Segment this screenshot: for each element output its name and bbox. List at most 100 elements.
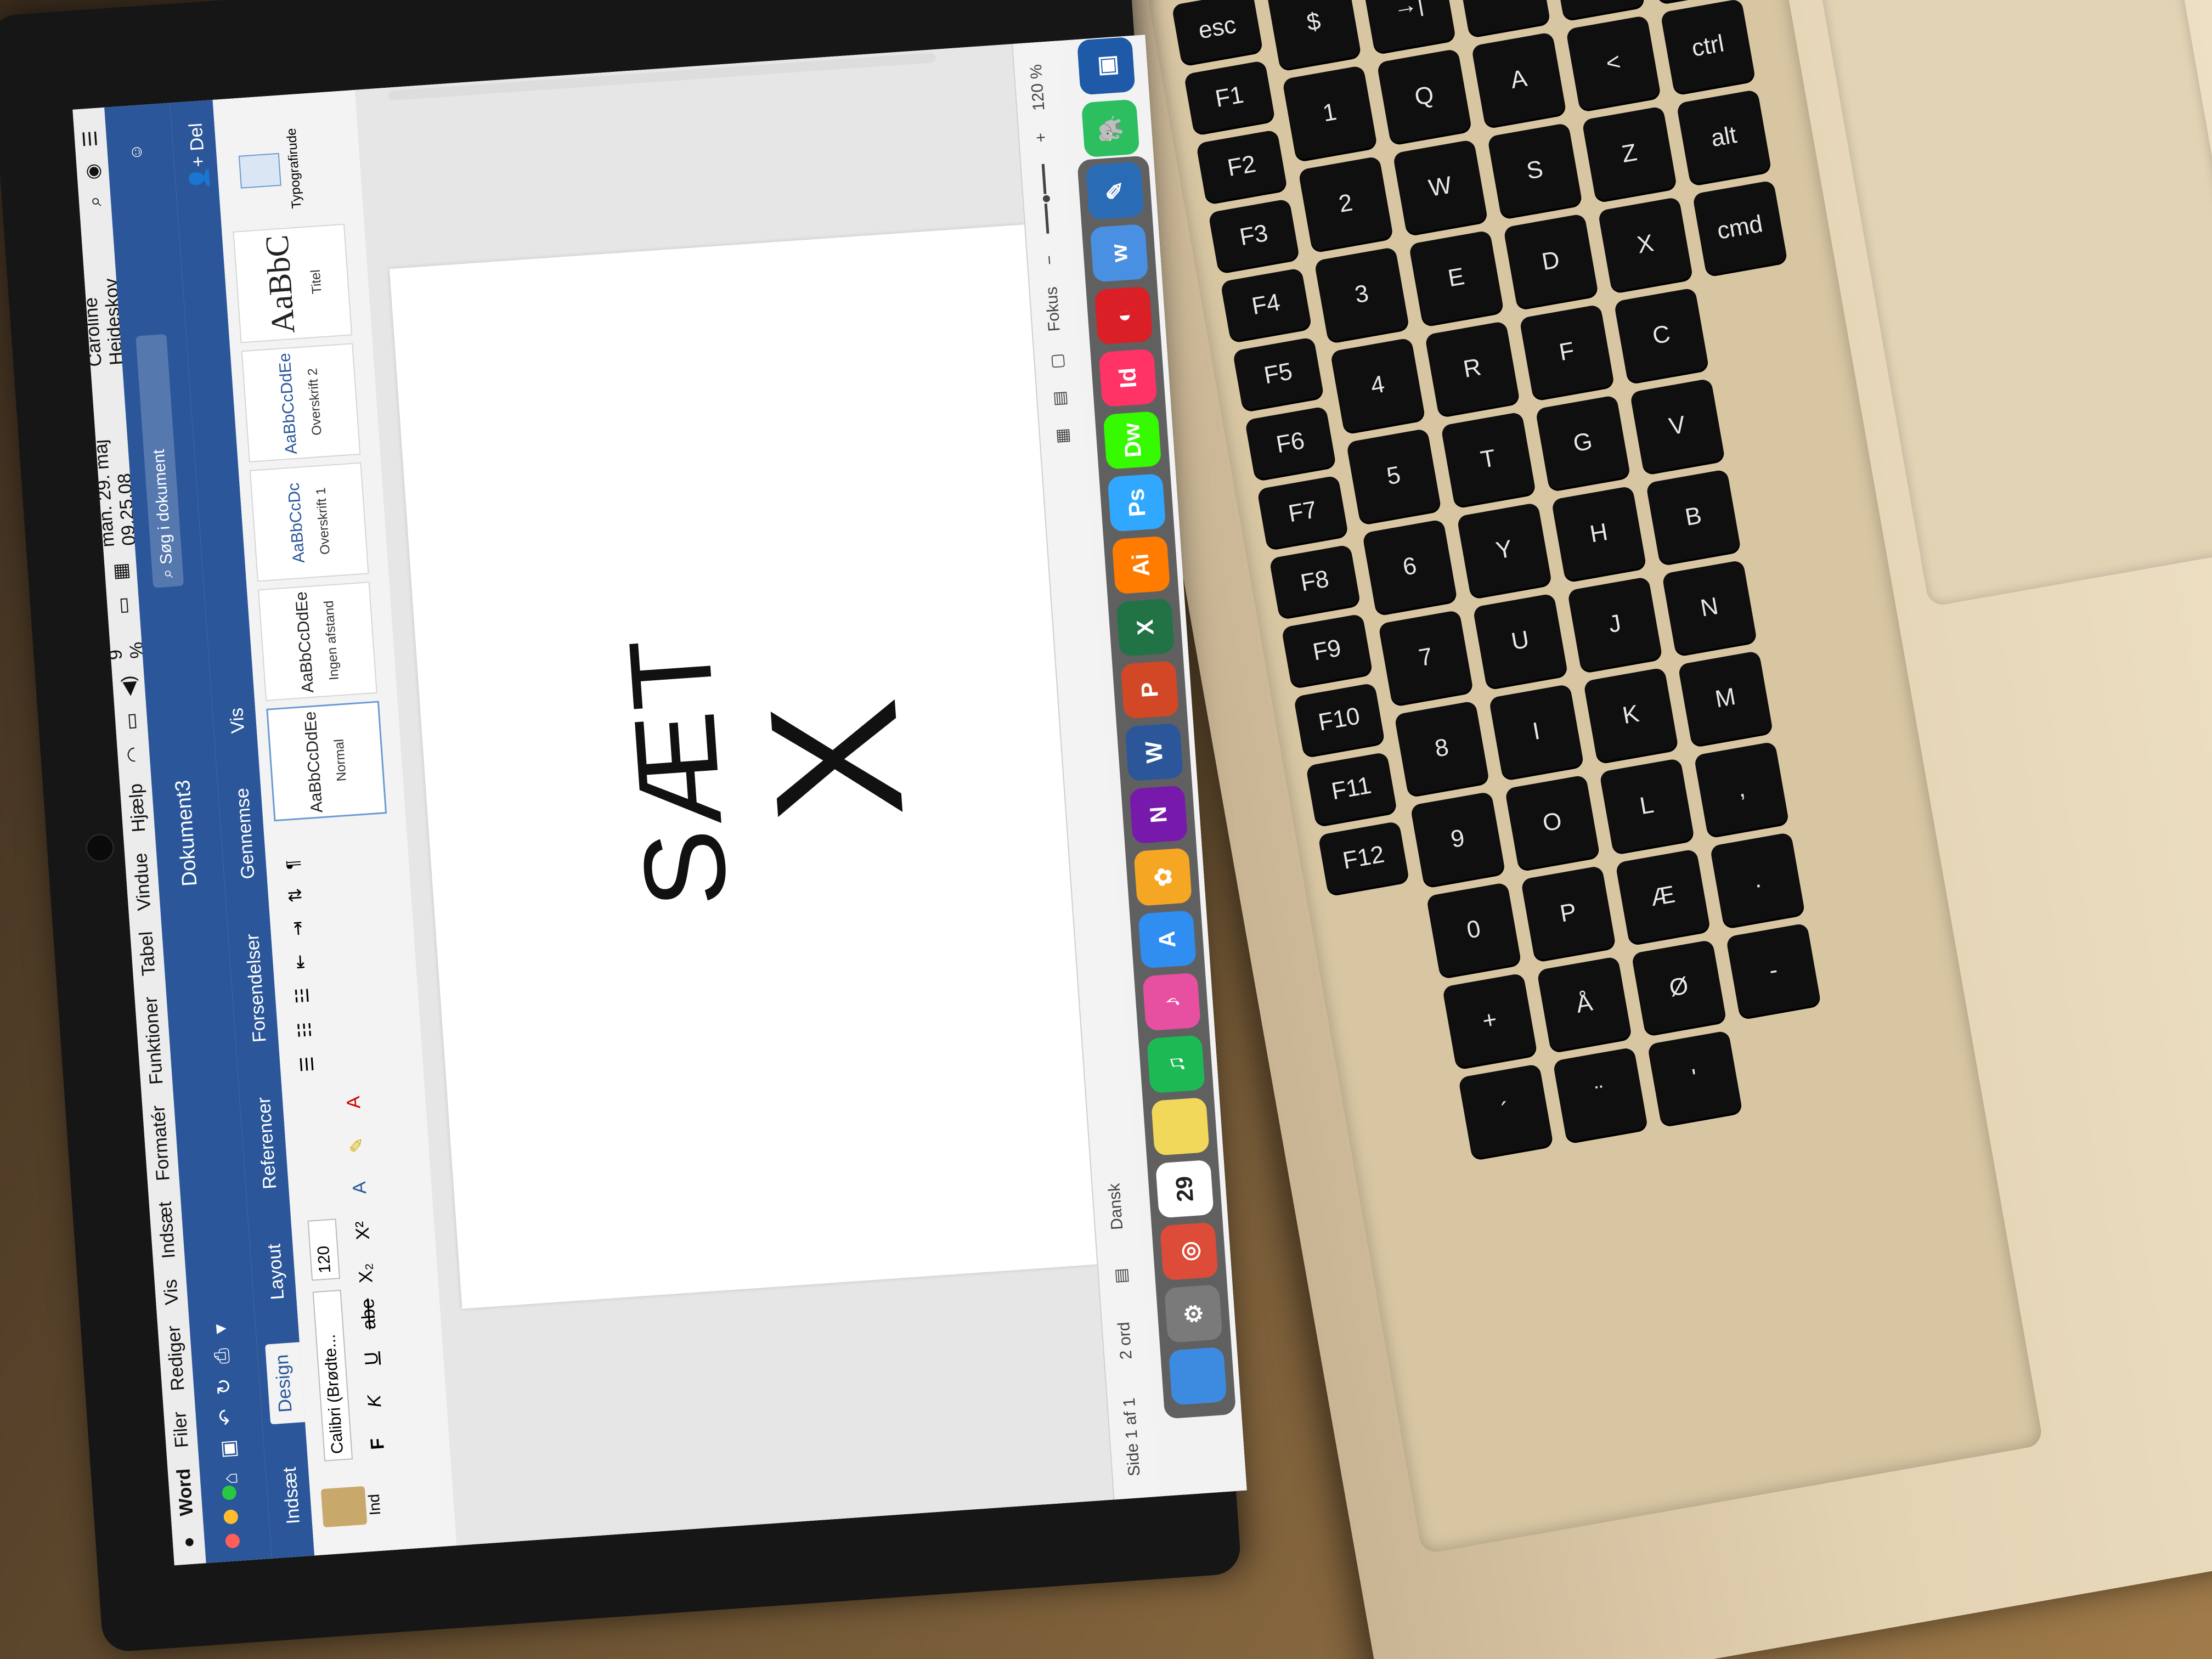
font-color-icon[interactable]: A [342,1088,366,1117]
key[interactable]: 5 [1346,428,1442,524]
key[interactable]: 0 [1426,882,1522,978]
key[interactable]: 7 [1378,610,1474,706]
sort-icon[interactable]: ⇅ [284,887,306,903]
dock-indesign-icon[interactable]: Id [1098,348,1158,408]
dock-writer-icon[interactable]: w [1090,223,1149,283]
key[interactable]: H [1551,486,1647,582]
key[interactable]: F10 [1293,682,1385,757]
key[interactable]: < [1565,15,1661,111]
focus-icon[interactable]: ▢ [1047,353,1067,370]
decrease-indent-icon[interactable]: ⇤ [289,954,311,970]
key[interactable]: F11 [1305,752,1397,826]
key[interactable]: ¨ [1553,1047,1648,1143]
key[interactable]: Z [1582,106,1677,201]
bold-button[interactable]: F [366,1430,390,1459]
key[interactable]: 4 [1330,337,1426,433]
key[interactable]: 6 [1362,519,1458,614]
notification-center-icon[interactable]: ☰ [79,129,102,148]
menu-filer[interactable]: Filer [169,1411,193,1449]
dock-word-icon[interactable]: W [1125,723,1184,782]
key[interactable]: alt [1676,89,1772,185]
volume-icon[interactable]: ◀) [117,675,140,697]
dock-onenote-icon[interactable]: N [1129,785,1188,844]
font-size-select[interactable]: 120 [307,1218,341,1281]
dock-scrivener-icon[interactable]: ✎ [1085,161,1144,220]
dock-itunes-icon[interactable]: ♪ [1142,972,1201,1031]
key[interactable]: F4 [1220,267,1312,342]
key[interactable]: L [1599,758,1695,854]
dock-photoshop-icon[interactable]: Ps [1107,473,1166,532]
key[interactable]: M [1678,650,1773,746]
siri-icon[interactable]: ◉ [81,163,104,180]
style-title[interactable]: AaBbC Titel [233,223,353,343]
dock-finder-icon[interactable] [1168,1346,1227,1406]
key[interactable]: V [1629,378,1725,474]
key[interactable]: Y [1457,502,1552,598]
key[interactable]: ⇧ [1549,0,1645,20]
numbering-icon[interactable]: ☷ [294,1022,315,1039]
key[interactable]: ctrl [1660,0,1756,94]
key[interactable]: F [1519,304,1615,400]
dock-app-store-icon[interactable]: A [1138,910,1197,969]
dock-excel-icon[interactable]: X [1116,598,1175,657]
key[interactable]: ´ [1458,1063,1554,1159]
key[interactable]: J [1567,576,1663,672]
key[interactable]: F9 [1281,613,1373,687]
key[interactable]: I [1488,684,1584,780]
style-heading-2[interactable]: AaBbCcDdEe Overskrift 2 [241,343,361,462]
menubar-app-name[interactable]: Word [173,1468,198,1517]
dock-illustrator-icon[interactable]: Ai [1111,535,1171,595]
tab-layout[interactable]: Layout [263,1232,297,1311]
key[interactable]: Ø [1631,939,1727,1035]
bullets-icon[interactable]: ☰ [296,1056,318,1073]
dock-photos-icon[interactable]: ✿ [1133,848,1192,906]
web-layout-icon[interactable]: ▤ [1049,390,1070,407]
key[interactable]: F6 [1244,406,1336,480]
key[interactable]: →| [1361,0,1456,53]
dock-powerpoint-icon[interactable]: P [1120,661,1180,719]
key[interactable]: F3 [1208,198,1300,273]
dock-virtualbox-icon[interactable]: ▣ [1076,36,1136,95]
search-input[interactable]: ⌕ Søg i dokument [136,334,184,588]
language[interactable]: Dansk [1105,1183,1127,1231]
focus-mode[interactable]: Fokus [1042,286,1064,332]
dock-evernote-icon[interactable]: 🐘 [1081,99,1140,158]
share-button[interactable]: 👤+ Del [185,122,219,191]
key[interactable]: $ [1266,0,1362,70]
key[interactable]: T [1440,411,1536,507]
key[interactable]: F2 [1195,129,1288,204]
key[interactable]: S [1487,122,1583,218]
key[interactable]: Æ [1615,849,1711,944]
subscript-button[interactable]: X₂ [354,1259,378,1288]
paste-button[interactable]: Ind [320,1474,385,1539]
dock-creative-cloud-icon[interactable]: ◐ [1094,286,1153,345]
key[interactable]: F5 [1232,337,1324,411]
key[interactable]: 9 [1410,791,1506,887]
dock-calendar-icon[interactable]: 29 [1155,1159,1214,1218]
page-count[interactable]: Side 1 af 1 [1120,1397,1144,1477]
font-name-select[interactable]: Calibri (Brødte... [312,1289,353,1462]
key[interactable]: E [1408,230,1504,326]
key[interactable]: G [1535,394,1631,490]
key[interactable]: , [1694,741,1790,837]
key[interactable]: F7 [1256,475,1348,549]
print-layout-icon[interactable]: ▦ [1052,427,1073,444]
key[interactable]: 3 [1314,246,1409,342]
battery-icon[interactable]: ▭ [111,596,134,615]
key[interactable]: F8 [1269,544,1361,618]
proofing-icon[interactable]: ▤ [1111,1267,1131,1284]
key[interactable]: Q [1376,48,1472,144]
key[interactable]: F1 [1183,60,1276,134]
key[interactable]: 8 [1394,700,1489,796]
style-no-spacing[interactable]: AaBbCcDdEe Ingen afstand [258,582,377,701]
menu-vindue[interactable]: Vindue [130,852,155,911]
key[interactable]: D [1503,213,1599,309]
zoom-slider[interactable]: ━━━●━━━ [1034,163,1058,234]
menu-hjaelp[interactable]: Hjælp [125,783,150,833]
strikethrough-button[interactable]: abe [357,1298,381,1330]
key[interactable]: 2 [1298,156,1393,252]
dock-notes-icon[interactable] [1151,1097,1210,1156]
apple-icon[interactable]: ● [178,1536,200,1549]
key[interactable]: cmd [1692,180,1788,275]
dock-chrome-icon[interactable]: ◎ [1159,1222,1218,1281]
